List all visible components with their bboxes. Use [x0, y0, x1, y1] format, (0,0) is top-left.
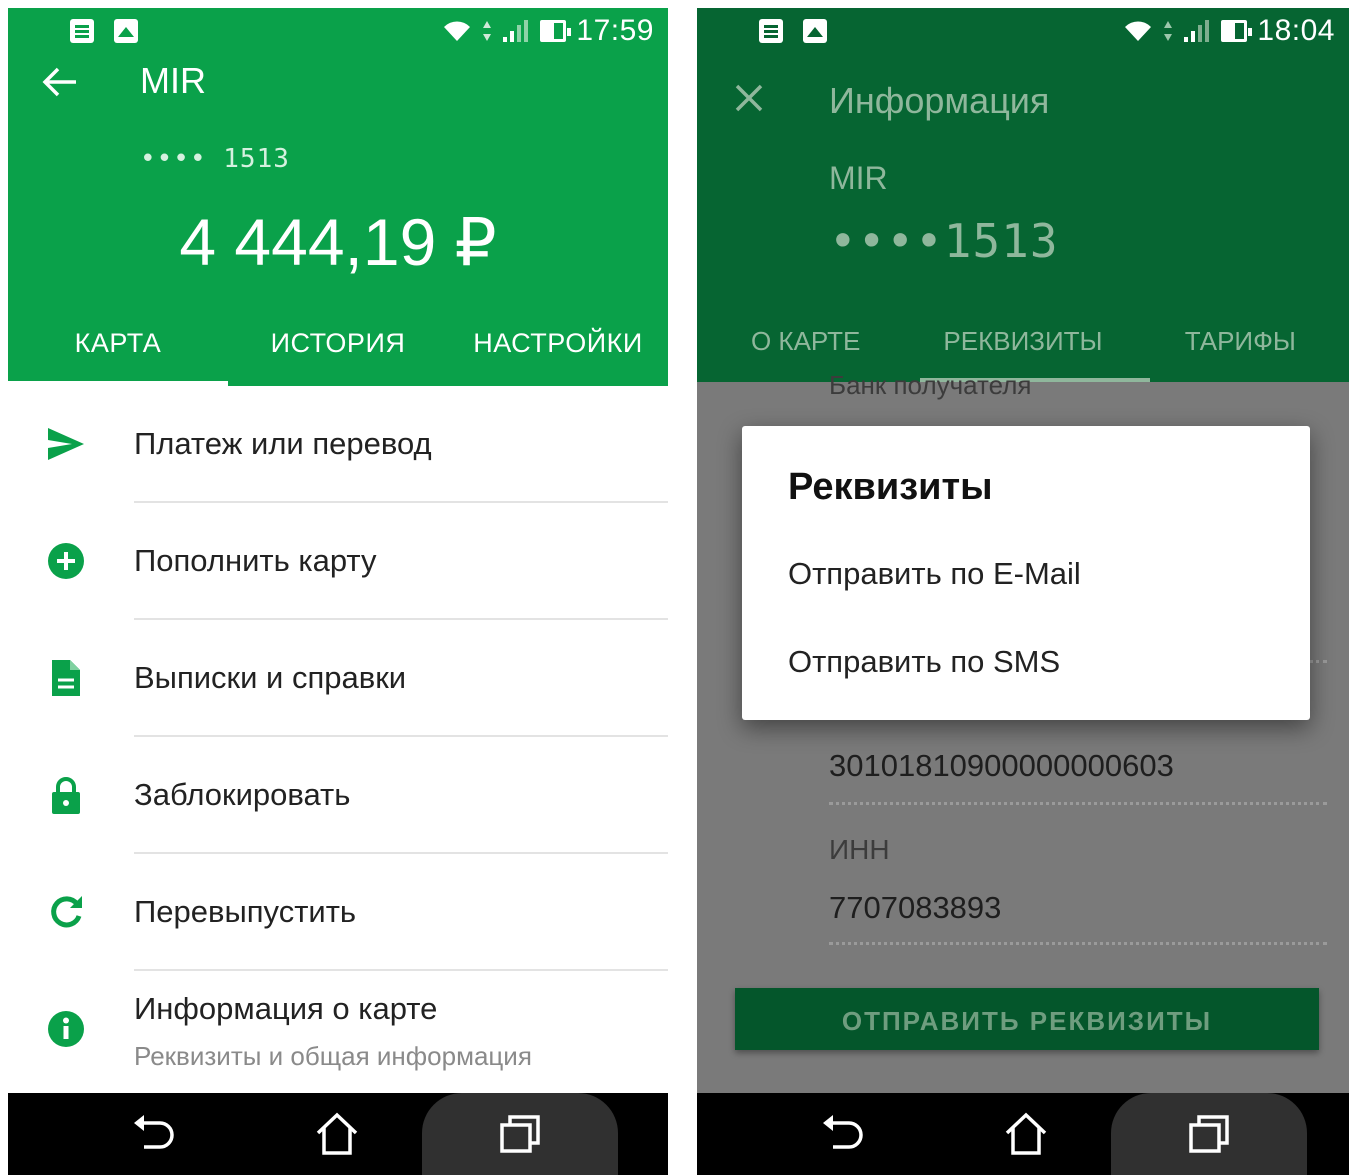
send-sms-option[interactable]: Отправить по SMS — [788, 644, 1060, 680]
card-title: MIR — [829, 160, 888, 196]
card-number-mask: ••••1513 — [829, 214, 1059, 268]
data-arrows-icon — [483, 21, 492, 41]
tab-settings[interactable]: НАСТРОЙКИ — [448, 308, 668, 386]
recents-nav-icon[interactable] — [498, 1111, 544, 1157]
send-requisites-button[interactable]: ОТПРАВИТЬ РЕКВИЗИТЫ — [735, 988, 1319, 1050]
data-arrows-icon — [1164, 21, 1173, 41]
notification-icon — [759, 19, 783, 43]
wifi-icon — [1125, 21, 1152, 41]
tab-card[interactable]: КАРТА — [8, 308, 228, 386]
tab-tariffs[interactable]: ТАРИФЫ — [1132, 308, 1349, 382]
dotted-divider — [829, 942, 1327, 945]
home-nav-icon[interactable] — [1003, 1111, 1049, 1157]
info-icon — [48, 1011, 84, 1047]
back-arrow-icon[interactable] — [40, 62, 80, 102]
dialog-title: Реквизиты — [788, 466, 993, 508]
correspondent-account: 30101810900000000603 — [829, 748, 1174, 783]
send-icon — [48, 428, 84, 460]
inn-label: ИНН — [829, 834, 890, 865]
lock-icon — [52, 777, 80, 814]
menu-item-label: Информация о карте — [134, 991, 438, 1026]
signal-icon — [503, 20, 529, 42]
recents-nav-icon[interactable] — [1187, 1111, 1233, 1157]
status-bar: 18:04 — [697, 8, 1349, 54]
card-actions-menu: Платеж или перевод Пополнить карту Выпис… — [8, 386, 668, 1088]
status-time: 18:04 — [1257, 14, 1335, 47]
bank-label: Банк получателя — [829, 370, 1032, 400]
tab-history[interactable]: ИСТОРИЯ — [228, 308, 448, 386]
plus-circle-icon — [48, 543, 84, 579]
info-header: 18:04 Информация MIR ••••1513 О КАРТЕ РЕ… — [697, 8, 1349, 382]
menu-item-payment[interactable]: Платеж или перевод — [8, 386, 668, 503]
wifi-icon — [444, 21, 471, 41]
image-icon — [114, 19, 138, 43]
close-icon[interactable] — [733, 82, 765, 114]
send-email-option[interactable]: Отправить по E-Mail — [788, 556, 1081, 592]
card-tabs: КАРТА ИСТОРИЯ НАСТРОЙКИ — [8, 308, 668, 386]
system-navigation-bar — [697, 1093, 1349, 1175]
notification-icon — [70, 19, 94, 43]
back-nav-icon[interactable] — [130, 1111, 176, 1157]
card-number-mask: •••• 1513 — [140, 144, 290, 174]
signal-icon — [1184, 20, 1210, 42]
menu-item-card-info[interactable]: Информация о карте Реквизиты и общая инф… — [8, 971, 668, 1088]
menu-item-block[interactable]: Заблокировать — [8, 737, 668, 854]
menu-item-label: Платеж или перевод — [134, 426, 432, 461]
card-title: MIR — [140, 60, 206, 101]
menu-item-sublabel: Реквизиты и общая информация — [134, 1041, 532, 1071]
menu-item-label: Выписки и справки — [134, 660, 407, 695]
menu-item-label: Пополнить карту — [134, 543, 377, 578]
menu-item-label: Заблокировать — [134, 777, 351, 812]
menu-item-label: Перевыпустить — [134, 894, 357, 929]
back-nav-icon[interactable] — [819, 1111, 865, 1157]
menu-item-top-up[interactable]: Пополнить карту — [8, 503, 668, 620]
battery-icon — [540, 20, 572, 42]
menu-item-statements[interactable]: Выписки и справки — [8, 620, 668, 737]
requisites-dialog: Реквизиты Отправить по E-Mail Отправить … — [742, 426, 1310, 720]
home-nav-icon[interactable] — [314, 1111, 360, 1157]
inn-value: 7707083893 — [829, 890, 1002, 925]
image-icon — [803, 19, 827, 43]
status-bar: 17:59 — [8, 8, 668, 54]
dotted-divider — [829, 802, 1327, 805]
card-header: 17:59 MIR •••• 1513 4 444,19 ₽ КАРТА ИСТ… — [8, 8, 668, 386]
card-balance: 4 444,19 ₽ — [179, 205, 497, 279]
battery-icon — [1221, 20, 1253, 42]
document-icon — [52, 660, 80, 696]
left-phone-screen: 17:59 MIR •••• 1513 4 444,19 ₽ КАРТА ИСТ… — [8, 8, 668, 1175]
status-time: 17:59 — [576, 14, 654, 47]
refresh-icon — [51, 896, 82, 928]
menu-item-reissue[interactable]: Перевыпустить — [8, 854, 668, 971]
page-title: Информация — [829, 80, 1050, 121]
system-navigation-bar — [8, 1093, 668, 1175]
right-phone-screen: 18:04 Информация MIR ••••1513 О КАРТЕ РЕ… — [697, 8, 1349, 1175]
